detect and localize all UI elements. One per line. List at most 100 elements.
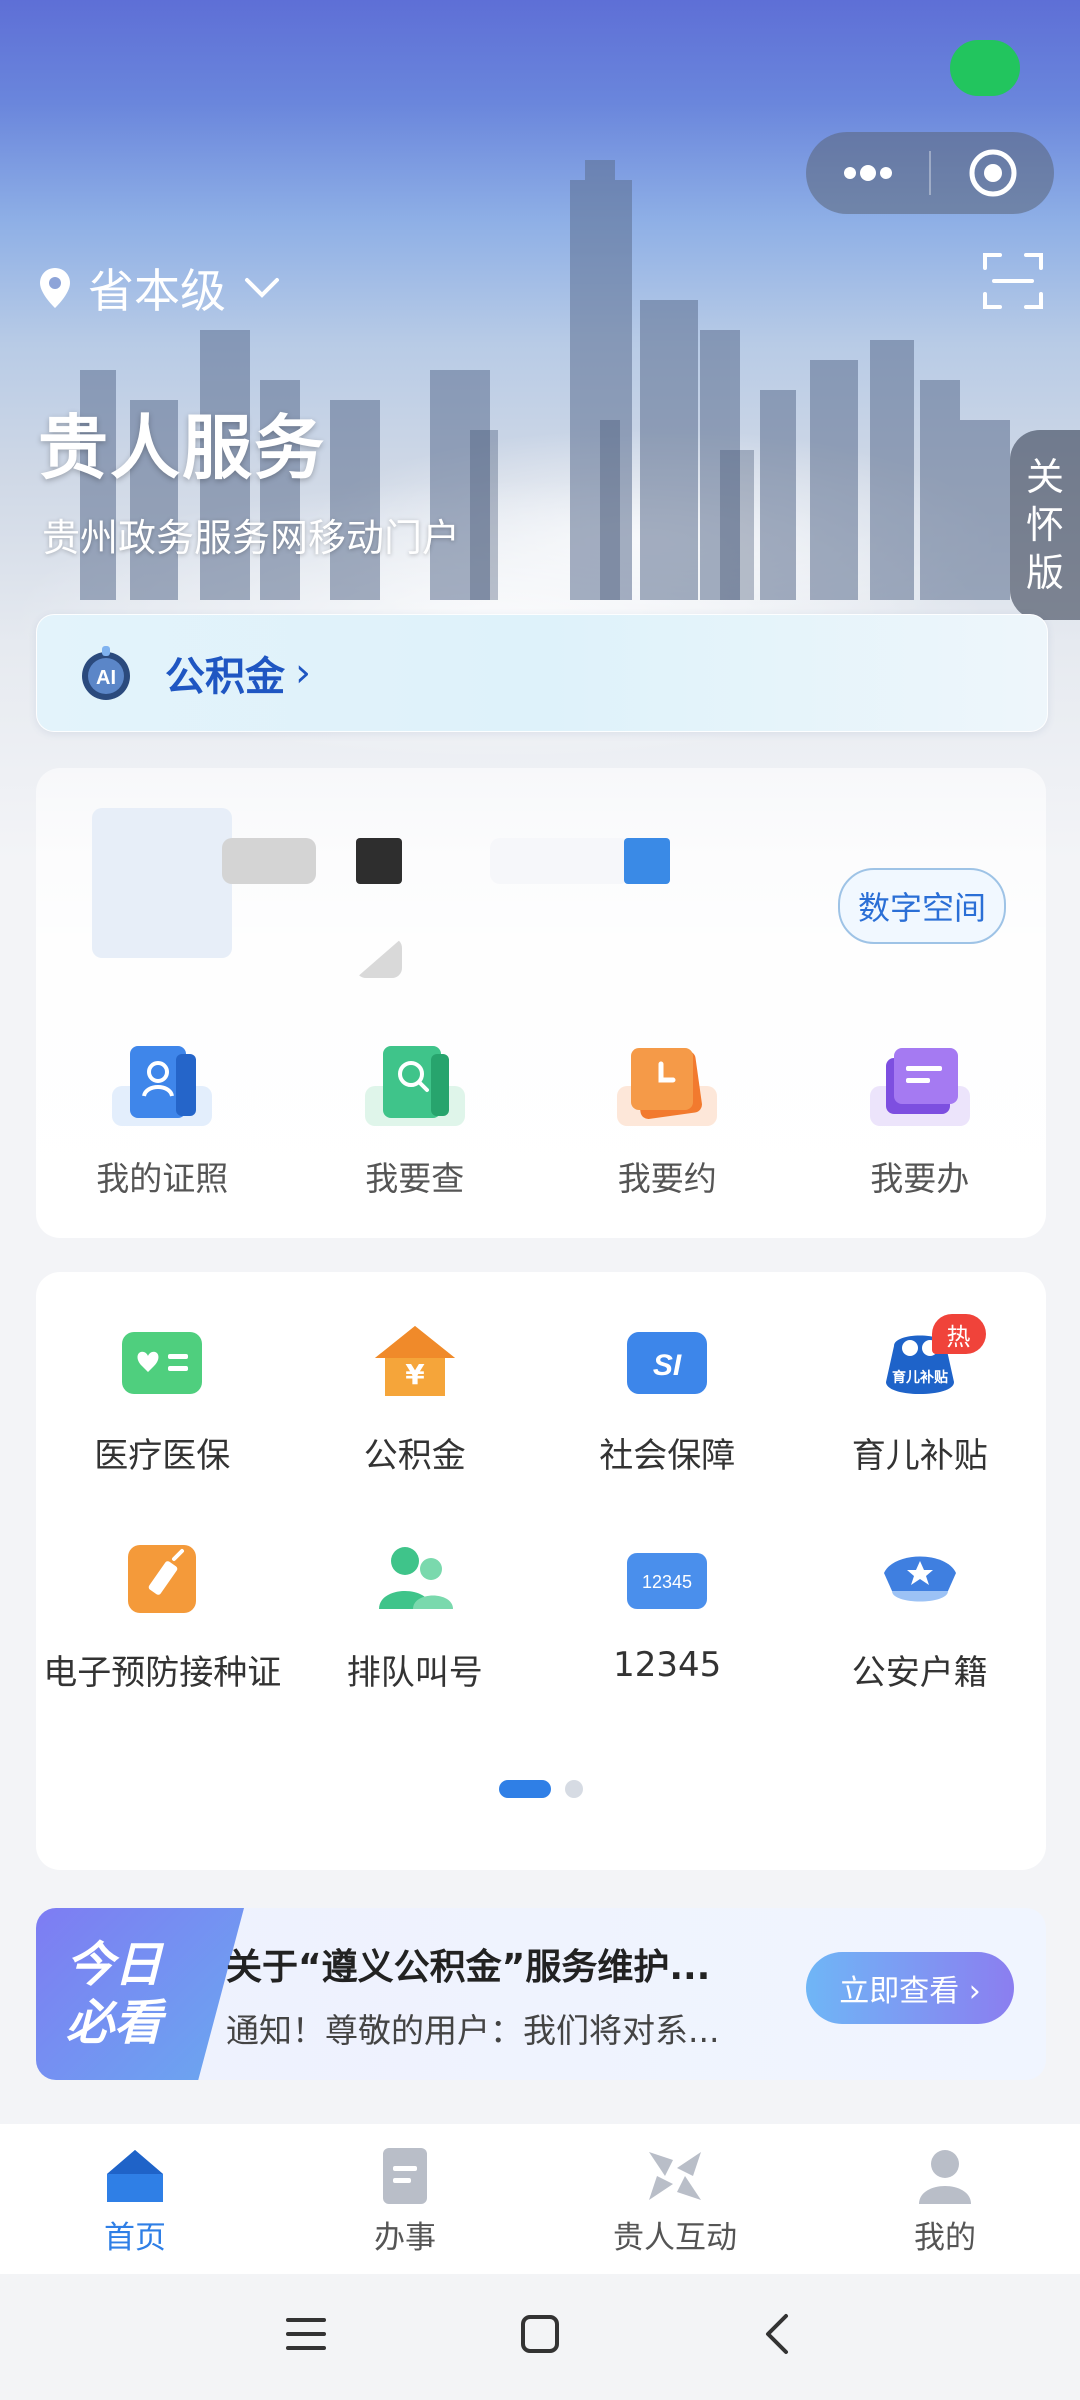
tab-interaction[interactable]: 贵人互动 bbox=[540, 2124, 810, 2274]
service-label: 公安户籍 bbox=[851, 1653, 988, 1693]
services-grid: 医疗医保 ¥ 公积金 SI 社会保障 育儿补贴 热 育儿补贴 电子预防接种证 排… bbox=[36, 1314, 1047, 1694]
svg-text:SI: SI bbox=[653, 1349, 682, 1382]
page-title: 贵人服务 bbox=[38, 407, 326, 489]
more-dots-icon bbox=[843, 165, 892, 181]
appointment-icon bbox=[617, 1048, 718, 1126]
miniapp-capsule bbox=[806, 132, 1054, 214]
services-card: 医疗医保 ¥ 公积金 SI 社会保障 育儿补贴 热 育儿补贴 电子预防接种证 排… bbox=[36, 1272, 1046, 1870]
police-icon bbox=[883, 1556, 956, 1602]
quick-action-label: 我要约 bbox=[617, 1159, 717, 1198]
service-label: 医疗医保 bbox=[94, 1436, 231, 1476]
service-medical[interactable]: 医疗医保 bbox=[36, 1322, 289, 1477]
digital-space-button[interactable]: 数字空间 bbox=[838, 868, 1006, 944]
user-avatar-blurred bbox=[92, 808, 232, 958]
tab-home[interactable]: 首页 bbox=[0, 2124, 270, 2274]
tab-profile[interactable]: 我的 bbox=[810, 2124, 1080, 2274]
quick-action-label: 我的证照 bbox=[96, 1159, 229, 1198]
page-indicator[interactable] bbox=[36, 1780, 1046, 1798]
service-hotline[interactable]: 12345 12345 bbox=[541, 1539, 794, 1694]
document-icon bbox=[383, 2148, 427, 2204]
quick-action-appointment[interactable]: 我要约 bbox=[541, 1040, 794, 1200]
service-social-security[interactable]: SI 社会保障 bbox=[541, 1322, 794, 1477]
service-housing-fund[interactable]: ¥ 公积金 bbox=[289, 1322, 542, 1477]
queue-icon bbox=[378, 1547, 453, 1609]
svg-text:育儿补贴: 育儿补贴 bbox=[892, 1369, 948, 1386]
service-label: 电子预防接种证 bbox=[43, 1653, 282, 1693]
ai-assistant-bar[interactable]: AI 公积金 › bbox=[36, 614, 1048, 732]
service-queue[interactable]: 排队叫号 bbox=[289, 1539, 542, 1694]
service-police[interactable]: 公安户籍 bbox=[794, 1539, 1047, 1694]
svg-text:12345: 12345 bbox=[642, 1572, 692, 1592]
care-mode-button[interactable]: 关 怀 版 bbox=[1010, 430, 1080, 620]
user-info-blurred bbox=[356, 838, 402, 884]
care-mode-char: 关 bbox=[1025, 455, 1064, 499]
service-vaccine[interactable]: 电子预防接种证 bbox=[36, 1539, 289, 1694]
interaction-icon bbox=[649, 2152, 701, 2200]
page-dot-active[interactable] bbox=[499, 1780, 551, 1798]
service-label: 排队叫号 bbox=[346, 1653, 483, 1693]
ai-bar-label: 公积金 bbox=[165, 654, 285, 700]
vaccine-icon bbox=[128, 1545, 197, 1613]
bottom-tab-bar: 首页 办事 贵人互动 我的 bbox=[0, 2124, 1080, 2274]
location-pin-icon bbox=[40, 268, 70, 308]
view-now-button[interactable]: 立即查看 › bbox=[806, 1952, 1014, 2024]
chevron-down-icon bbox=[245, 278, 279, 298]
license-icon bbox=[112, 1046, 213, 1126]
notice-banner[interactable]: 今日 必看 关于“遵义公积金”服务维护... 通知！尊敬的用户：我们将对系...… bbox=[36, 1908, 1046, 2080]
hotline-icon: 12345 bbox=[627, 1553, 708, 1609]
tab-label: 首页 bbox=[104, 2220, 166, 2256]
care-mode-char: 版 bbox=[1025, 551, 1064, 595]
status-indicator bbox=[950, 40, 1020, 96]
social-security-icon: SI bbox=[627, 1332, 708, 1394]
user-info-blurred bbox=[356, 938, 402, 978]
search-doc-icon bbox=[364, 1046, 465, 1126]
user-info-blurred bbox=[490, 838, 630, 884]
notice-title: 关于“遵义公积金”服务维护... bbox=[226, 1947, 711, 1988]
hot-badge: 热 bbox=[931, 1314, 986, 1354]
tab-label: 我的 bbox=[914, 2220, 976, 2256]
menu-icon[interactable] bbox=[284, 2312, 328, 2356]
user-info-blurred bbox=[222, 838, 316, 884]
service-label: 社会保障 bbox=[599, 1436, 736, 1476]
badge-line: 必看 bbox=[66, 1995, 163, 2051]
home-square-icon[interactable] bbox=[518, 2312, 562, 2356]
service-label: 12345 bbox=[613, 1645, 722, 1685]
handle-icon bbox=[869, 1048, 970, 1126]
quick-action-query[interactable]: 我要查 bbox=[289, 1040, 542, 1200]
back-icon[interactable] bbox=[756, 2312, 800, 2356]
profile-icon bbox=[919, 2150, 971, 2204]
svg-text:AI: AI bbox=[96, 667, 116, 689]
quick-action-my-license[interactable]: 我的证照 bbox=[36, 1040, 289, 1200]
notice-body: 通知！尊敬的用户：我们将对系... bbox=[226, 2011, 720, 2050]
tab-label: 贵人互动 bbox=[613, 2220, 737, 2256]
target-close-icon bbox=[969, 149, 1016, 197]
location-selector[interactable]: 省本级 bbox=[38, 255, 280, 321]
ai-robot-icon: AI bbox=[82, 646, 130, 700]
page-subtitle: 贵州政务服务网移动门户 bbox=[42, 516, 461, 560]
quick-action-label: 我要办 bbox=[870, 1159, 970, 1198]
care-mode-char: 怀 bbox=[1025, 503, 1064, 547]
today-must-read-badge: 今日 必看 bbox=[36, 1908, 244, 2080]
account-card: 数字空间 我的证照 我要查 我要约 我要办 bbox=[36, 768, 1046, 1238]
medical-card-icon bbox=[122, 1332, 203, 1394]
more-button[interactable] bbox=[806, 132, 929, 214]
close-miniapp-button[interactable] bbox=[931, 132, 1054, 214]
page-dot[interactable] bbox=[565, 1780, 583, 1798]
quick-action-label: 我要查 bbox=[365, 1159, 465, 1198]
scan-icon[interactable] bbox=[982, 250, 1044, 312]
quick-action-handle[interactable]: 我要办 bbox=[794, 1040, 1047, 1200]
housing-fund-icon: ¥ bbox=[374, 1326, 455, 1396]
user-info-blurred bbox=[624, 838, 670, 884]
location-label: 省本级 bbox=[88, 264, 226, 318]
svg-text:¥: ¥ bbox=[405, 1358, 425, 1391]
system-navigation-bar bbox=[0, 2274, 1080, 2400]
badge-line: 今日 bbox=[66, 1937, 163, 1993]
service-label: 公积金 bbox=[363, 1436, 466, 1476]
home-icon bbox=[107, 2150, 163, 2202]
service-label: 育儿补贴 bbox=[851, 1436, 988, 1476]
ai-bar-arrow: › bbox=[295, 650, 311, 696]
tab-label: 办事 bbox=[374, 2220, 436, 2256]
tab-services[interactable]: 办事 bbox=[270, 2124, 540, 2274]
quick-actions: 我的证照 我要查 我要约 我要办 bbox=[36, 1040, 1046, 1200]
service-childcare-subsidy[interactable]: 育儿补贴 热 育儿补贴 bbox=[794, 1314, 1047, 1477]
